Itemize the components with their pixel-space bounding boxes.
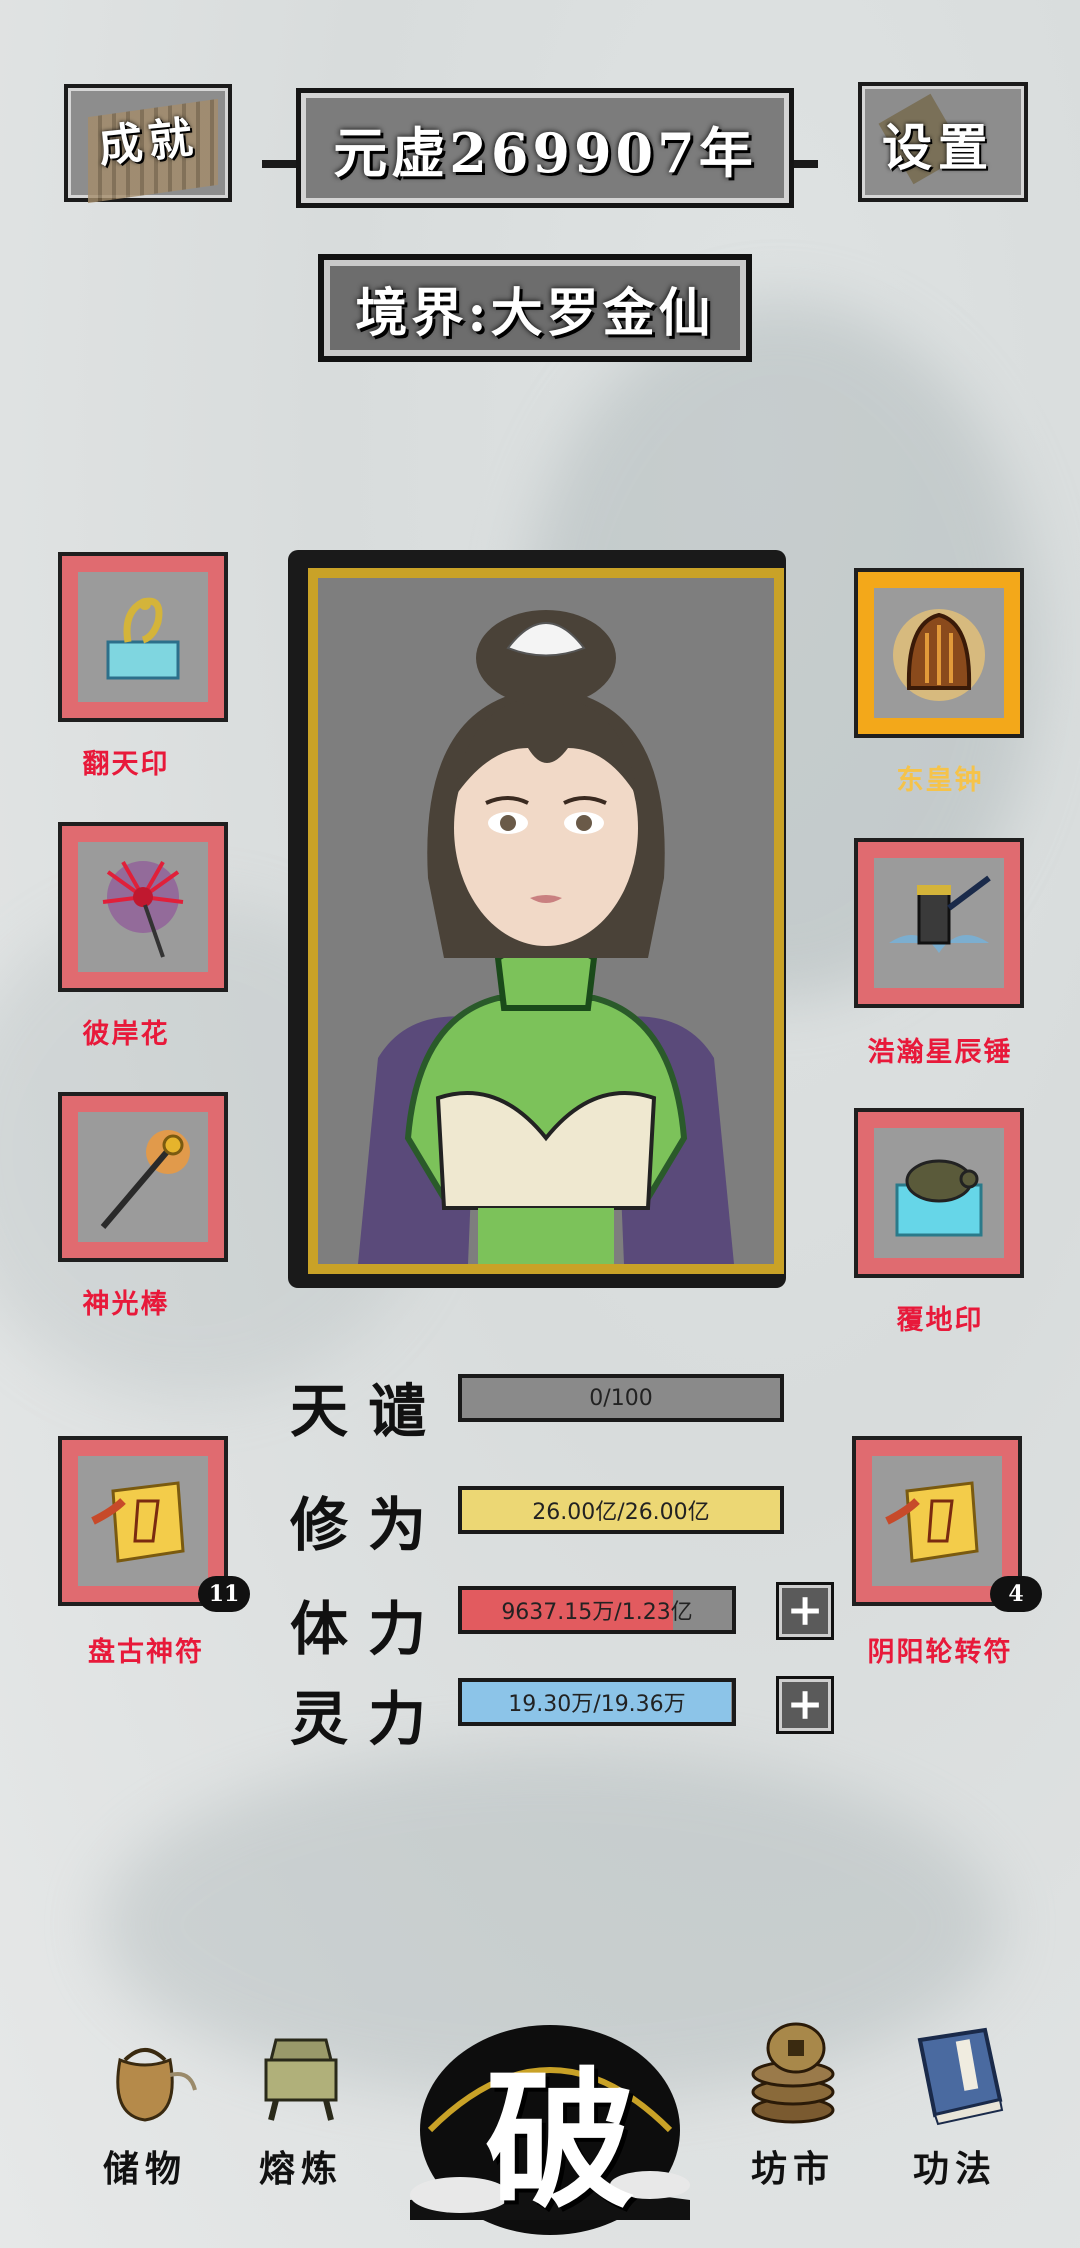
- realm-title: 境界:大罗金仙: [318, 254, 752, 362]
- equip-slot-divine-staff[interactable]: [58, 1092, 228, 1262]
- realm-title-text: 境界:大罗金仙: [355, 282, 715, 344]
- stamina-plus-button[interactable]: +: [776, 1582, 834, 1640]
- coins-icon: [733, 2020, 853, 2130]
- talisman-icon: [872, 1456, 1002, 1586]
- cultivation-bar: 26.00亿/26.00亿: [458, 1486, 784, 1534]
- nav-smelting-label: 熔炼: [258, 2148, 343, 2190]
- breakthrough-label: 破: [484, 2053, 635, 2229]
- achievements-button[interactable]: 成就: [64, 84, 232, 204]
- equip-name: 东皇钟: [896, 765, 984, 796]
- talisman-icon: [78, 1456, 208, 1586]
- talisman-name: 阴阳轮转符: [867, 1637, 1013, 1668]
- bell-icon: [874, 588, 1004, 718]
- character-portrait[interactable]: [318, 578, 774, 1264]
- spirit-label: 灵力: [290, 1685, 447, 1753]
- tribulation-value: 0/100: [589, 1385, 653, 1411]
- era-title-text: 元虚269907年: [333, 120, 757, 185]
- equip-slot-spider-lily[interactable]: [58, 822, 228, 992]
- achievements-label: 成就: [96, 111, 201, 174]
- equip-name: 彼岸花: [82, 1019, 170, 1050]
- staff-icon: [78, 1112, 208, 1242]
- equip-slot-star-hammer[interactable]: [854, 838, 1024, 1008]
- equip-name: 翻天印: [82, 749, 170, 780]
- nav-smelting[interactable]: 熔炼: [226, 2020, 376, 2192]
- equip-name: 浩瀚星辰锤: [867, 1037, 1013, 1068]
- tribulation-bar: 0/100: [458, 1374, 784, 1422]
- cauldron-icon: [241, 2020, 361, 2130]
- talisman-count-badge: 4: [990, 1576, 1042, 1612]
- cultivation-value: 26.00亿/26.00亿: [532, 1500, 710, 1525]
- nav-techniques[interactable]: 功法: [880, 2020, 1030, 2192]
- nav-storage-label: 储物: [102, 2148, 187, 2190]
- spirit-value: 19.30万/19.36万: [508, 1692, 686, 1717]
- equip-slot-fudi-seal[interactable]: [854, 1108, 1024, 1278]
- spider-lily-icon: [78, 842, 208, 972]
- stamina-label: 体力: [290, 1595, 447, 1663]
- nav-market-label: 坊市: [750, 2148, 835, 2190]
- seal-turtle-icon: [874, 1128, 1004, 1258]
- hammer-icon: [874, 858, 1004, 988]
- nav-techniques-label: 功法: [912, 2148, 997, 2190]
- settings-label: 设置: [882, 118, 994, 177]
- equip-slot-donghuang-bell[interactable]: [854, 568, 1024, 738]
- plus-icon: +: [786, 1679, 824, 1730]
- seal-dragon-icon: [78, 572, 208, 702]
- character-illustration: [358, 610, 734, 1264]
- tribulation-label: 天谴: [290, 1377, 447, 1445]
- stamina-bar: 9637.15万/1.23亿: [458, 1586, 736, 1634]
- equip-slot-fantian-seal[interactable]: [58, 552, 228, 722]
- cultivation-label: 修为: [290, 1491, 447, 1559]
- breakthrough-button[interactable]: 破: [410, 1980, 700, 2240]
- spirit-bar: 19.30万/19.36万: [458, 1678, 736, 1726]
- plus-icon: +: [786, 1585, 824, 1636]
- equip-name: 神光棒: [82, 1289, 170, 1320]
- book-icon: [895, 2020, 1015, 2130]
- equip-name: 覆地印: [896, 1305, 984, 1336]
- talisman-name: 盘古神符: [88, 1637, 204, 1668]
- nav-storage[interactable]: 储物: [70, 2020, 220, 2192]
- spirit-plus-button[interactable]: +: [776, 1676, 834, 1734]
- stamina-value: 9637.15万/1.23亿: [501, 1600, 693, 1625]
- nav-market[interactable]: 坊市: [718, 2020, 868, 2192]
- era-title: 元虚269907年: [296, 88, 794, 208]
- talisman-count-badge: 11: [198, 1576, 250, 1612]
- pouch-icon: [85, 2020, 205, 2130]
- settings-button[interactable]: 设置: [858, 82, 1028, 202]
